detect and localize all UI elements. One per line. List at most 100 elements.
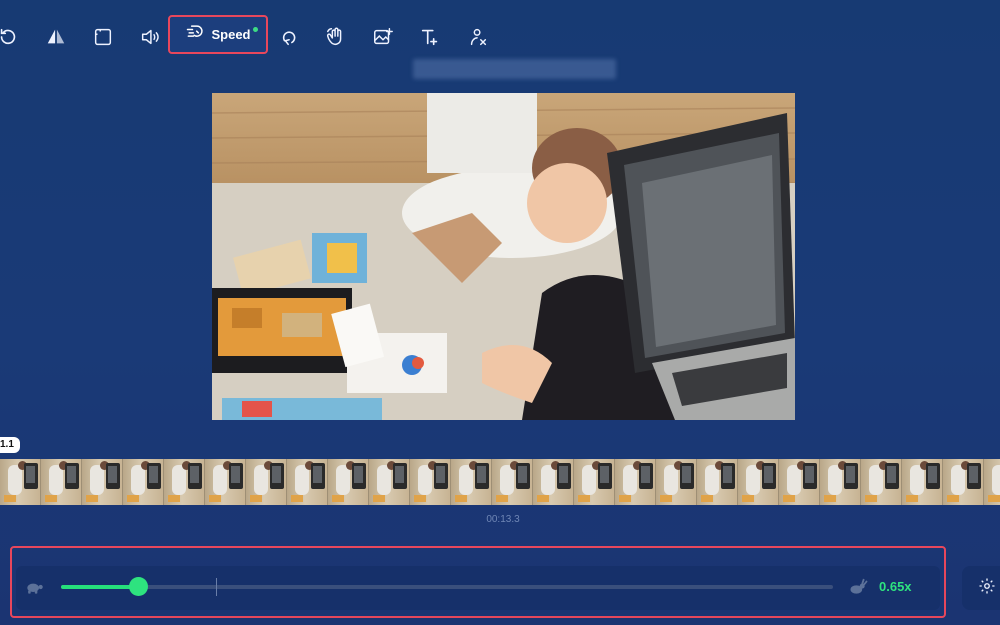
- timeline-filmstrip[interactable]: [0, 459, 1000, 505]
- crop-icon[interactable]: [83, 22, 123, 52]
- frame-lap: [762, 463, 776, 489]
- frame-toy: [127, 495, 139, 502]
- speed-slider-fill: [61, 585, 138, 589]
- filmstrip-frame: [82, 459, 123, 505]
- filmstrip-frame: [984, 459, 1000, 505]
- frame-lap: [680, 463, 694, 489]
- frame-toy: [619, 495, 631, 502]
- playhead-time-badge[interactable]: 1.1: [0, 437, 20, 453]
- settings-button[interactable]: [962, 566, 1000, 610]
- frame-lap: [721, 463, 735, 489]
- filmstrip-frame: [574, 459, 615, 505]
- frame-lap: [24, 463, 38, 489]
- frame-toy: [783, 495, 795, 502]
- filmstrip-frame: [41, 459, 82, 505]
- filmstrip-frame: [902, 459, 943, 505]
- filmstrip-frame: [779, 459, 820, 505]
- filmstrip-frame: [697, 459, 738, 505]
- add-image-icon[interactable]: [363, 22, 403, 52]
- frame-toy: [742, 495, 754, 502]
- frame-lap: [598, 463, 612, 489]
- loop-icon[interactable]: [270, 22, 310, 52]
- frame-lap: [639, 463, 653, 489]
- frame-lap: [352, 463, 366, 489]
- frame-toy: [45, 495, 57, 502]
- filmstrip-frame: [246, 459, 287, 505]
- frame-toy: [906, 495, 918, 502]
- frame-toy: [824, 495, 836, 502]
- frame-lap: [885, 463, 899, 489]
- frame-toy: [291, 495, 303, 502]
- frame-toy: [455, 495, 467, 502]
- video-frame-image: [212, 93, 795, 420]
- frame-toy: [414, 495, 426, 502]
- frame-lap: [393, 463, 407, 489]
- timeline-timestamp: 00:13.3: [486, 514, 520, 525]
- frame-toy: [865, 495, 877, 502]
- frame-lap: [967, 463, 981, 489]
- filmstrip-frame: [451, 459, 492, 505]
- rotate-icon[interactable]: [0, 22, 28, 52]
- wave-hand-icon[interactable]: [316, 22, 356, 52]
- frame-lap: [311, 463, 325, 489]
- speed-slider-thumb[interactable]: [129, 577, 148, 596]
- turtle-icon: [24, 578, 44, 596]
- speed-button[interactable]: Speed: [168, 15, 268, 54]
- flip-icon[interactable]: [36, 22, 76, 52]
- video-preview[interactable]: [212, 93, 795, 420]
- frame-lap: [926, 463, 940, 489]
- speed-button-label: Speed: [211, 27, 251, 42]
- filmstrip-frame: [164, 459, 205, 505]
- filmstrip-frame: [328, 459, 369, 505]
- filmstrip-frame: [369, 459, 410, 505]
- volume-icon[interactable]: [130, 22, 170, 52]
- frame-toy: [250, 495, 262, 502]
- filmstrip-frame: [0, 459, 41, 505]
- frame-toy: [988, 495, 1000, 502]
- active-indicator: [253, 27, 258, 32]
- remove-person-icon[interactable]: [458, 22, 498, 52]
- frame-toy: [373, 495, 385, 502]
- frame-lap: [229, 463, 243, 489]
- frame-toy: [537, 495, 549, 502]
- frame-toy: [660, 495, 672, 502]
- frame-toy: [332, 495, 344, 502]
- frame-lap: [434, 463, 448, 489]
- frame-lap: [557, 463, 571, 489]
- frame-person: [992, 465, 1000, 495]
- frame-lap: [844, 463, 858, 489]
- filmstrip-frame: [533, 459, 574, 505]
- frame-lap: [65, 463, 79, 489]
- frame-toy: [947, 495, 959, 502]
- frame-toy: [4, 495, 16, 502]
- frame-toy: [209, 495, 221, 502]
- filmstrip-frame: [820, 459, 861, 505]
- filmstrip-frame: [656, 459, 697, 505]
- frame-lap: [270, 463, 284, 489]
- filmstrip-frame: [943, 459, 984, 505]
- filmstrip-frame: [861, 459, 902, 505]
- filmstrip-frame: [205, 459, 246, 505]
- rabbit-icon: [848, 578, 868, 596]
- speed-icon: [185, 22, 205, 47]
- frame-lap: [475, 463, 489, 489]
- blurred-title: [413, 59, 616, 79]
- text-icon[interactable]: [410, 22, 450, 52]
- frame-toy: [578, 495, 590, 502]
- filmstrip-frame: [287, 459, 328, 505]
- frame-lap: [516, 463, 530, 489]
- frame-toy: [86, 495, 98, 502]
- filmstrip-frame: [410, 459, 451, 505]
- filmstrip-frame: [492, 459, 533, 505]
- frame-toy: [168, 495, 180, 502]
- frame-lap: [147, 463, 161, 489]
- frame-lap: [188, 463, 202, 489]
- frame-lap: [106, 463, 120, 489]
- normal-speed-marker: [216, 578, 217, 596]
- gear-icon: [978, 577, 996, 600]
- speed-slider-track[interactable]: [61, 585, 833, 589]
- frame-lap: [803, 463, 817, 489]
- filmstrip-frame: [615, 459, 656, 505]
- filmstrip-frame: [738, 459, 779, 505]
- filmstrip-frame: [123, 459, 164, 505]
